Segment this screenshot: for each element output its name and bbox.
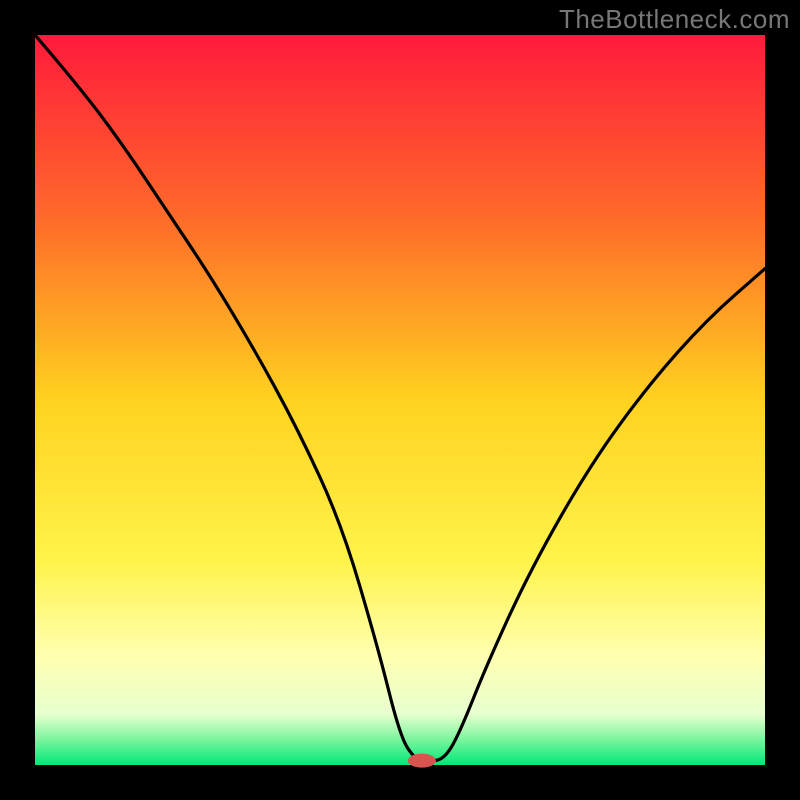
plot-area [35, 35, 765, 765]
chart-container: TheBottleneck.com [0, 0, 800, 800]
watermark-text: TheBottleneck.com [559, 4, 790, 35]
valley-marker [408, 754, 436, 768]
bottleneck-chart [0, 0, 800, 800]
